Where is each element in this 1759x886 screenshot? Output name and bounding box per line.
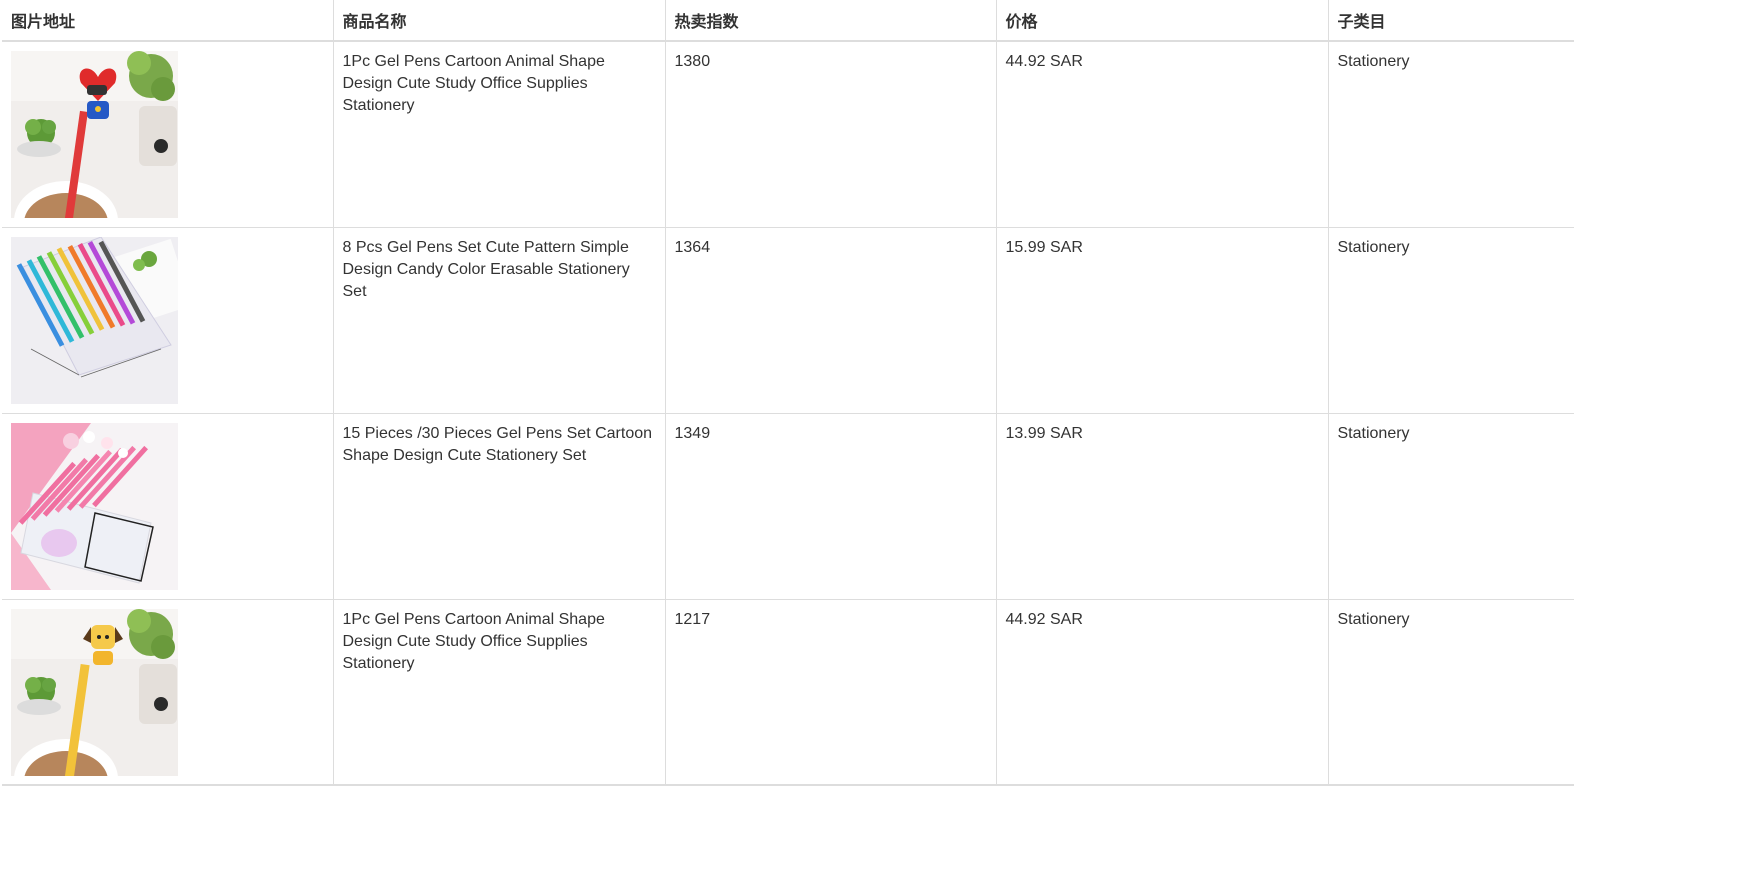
subcategory-cell: Stationery [1327, 598, 1574, 786]
hot-index-cell: 1364 [664, 226, 996, 413]
table-row: 15 Pieces /30 Pieces Gel Pens Set Cartoo… [2, 412, 1574, 599]
header-hot-index: 热卖指数 [664, 0, 996, 42]
image-cell [2, 412, 333, 599]
hot-index-cell: 1380 [664, 40, 996, 227]
product-table: 图片地址 商品名称 热卖指数 价格 子类目 1Pc Gel Pens Carto… [2, 0, 1574, 786]
product-name-cell: 15 Pieces /30 Pieces Gel Pens Set Cartoo… [332, 412, 665, 599]
price-cell: 44.92 SAR [995, 40, 1328, 227]
product-thumbnail[interactable] [11, 51, 178, 218]
price-cell: 13.99 SAR [995, 412, 1328, 599]
product-thumbnail[interactable] [11, 236, 178, 404]
product-name-cell: 1Pc Gel Pens Cartoon Animal Shape Design… [332, 598, 665, 786]
header-image-url: 图片地址 [2, 0, 333, 42]
table-header-row: 图片地址 商品名称 热卖指数 价格 子类目 [2, 0, 1574, 42]
subcategory-cell: Stationery [1327, 412, 1574, 599]
table-row: 8 Pcs Gel Pens Set Cute Pattern Simple D… [2, 226, 1574, 413]
product-name-cell: 8 Pcs Gel Pens Set Cute Pattern Simple D… [332, 226, 665, 413]
table-row: 1Pc Gel Pens Cartoon Animal Shape Design… [2, 598, 1574, 786]
subcategory-cell: Stationery [1327, 40, 1574, 227]
price-cell: 15.99 SAR [995, 226, 1328, 413]
header-subcategory: 子类目 [1327, 0, 1574, 42]
table-row: 1Pc Gel Pens Cartoon Animal Shape Design… [2, 40, 1574, 227]
hot-index-cell: 1349 [664, 412, 996, 599]
image-cell [2, 226, 333, 413]
header-product-name: 商品名称 [332, 0, 665, 42]
price-cell: 44.92 SAR [995, 598, 1328, 786]
product-thumbnail[interactable] [11, 422, 178, 590]
subcategory-cell: Stationery [1327, 226, 1574, 413]
image-cell [2, 598, 333, 786]
image-cell [2, 40, 333, 227]
header-price: 价格 [995, 0, 1328, 42]
hot-index-cell: 1217 [664, 598, 996, 786]
product-name-cell: 1Pc Gel Pens Cartoon Animal Shape Design… [332, 40, 665, 227]
product-thumbnail[interactable] [11, 608, 178, 776]
